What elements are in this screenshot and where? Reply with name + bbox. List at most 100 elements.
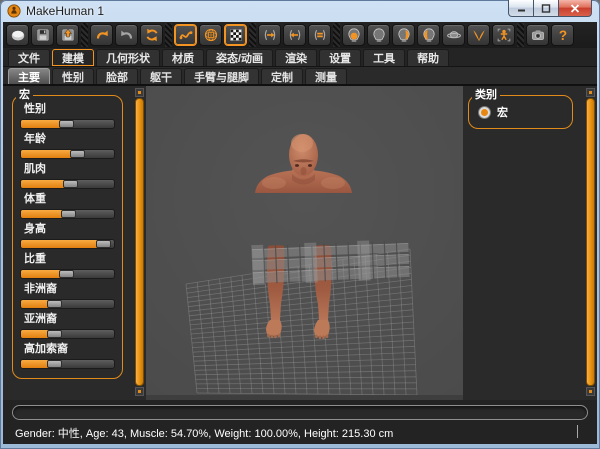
reset-camera-button[interactable] — [492, 24, 515, 46]
view-back-icon — [371, 27, 387, 43]
viewport-3d[interactable] — [146, 86, 463, 400]
slider-年龄: 年龄 — [20, 133, 115, 159]
slider-track[interactable] — [20, 359, 115, 369]
view-right-icon — [396, 27, 412, 43]
slider-track[interactable] — [20, 299, 115, 309]
slider-handle[interactable] — [61, 210, 76, 218]
view-top-icon — [446, 27, 462, 43]
redo-button[interactable] — [115, 24, 138, 46]
subtab-脸部[interactable]: 脸部 — [96, 68, 138, 84]
view-left-icon — [421, 27, 437, 43]
macro-groupbox: 宏 性别年龄肌肉体重身高比重非洲裔亚洲裔高加索裔 — [12, 95, 123, 379]
slider-track[interactable] — [20, 119, 115, 129]
slider-fill — [21, 360, 48, 368]
right-panel-scrollbar[interactable] — [586, 88, 595, 396]
minimize-button[interactable] — [508, 0, 534, 17]
slider-label: 高加索裔 — [20, 343, 115, 356]
left-scroll-thumb[interactable] — [135, 98, 144, 386]
wireframe-button[interactable] — [199, 24, 222, 46]
tab-姿态/动画[interactable]: 姿态/动画 — [206, 49, 273, 66]
help-button[interactable]: ? — [551, 24, 574, 46]
scroll-down-cap[interactable] — [586, 387, 595, 396]
slider-handle[interactable] — [63, 180, 78, 188]
viewport-canvas[interactable] — [146, 86, 463, 400]
tab-材质[interactable]: 材质 — [162, 49, 204, 66]
slider-handle[interactable] — [59, 270, 74, 278]
slider-track[interactable] — [20, 329, 115, 339]
category-group-title: 类别 — [472, 88, 500, 102]
slider-handle[interactable] — [47, 360, 62, 368]
maximize-button[interactable] — [533, 0, 559, 17]
slider-handle[interactable] — [59, 120, 74, 128]
screenshot-button[interactable] — [526, 24, 549, 46]
left-panel-scrollbar[interactable] — [135, 88, 144, 396]
radio-option-宏[interactable]: 宏 — [476, 99, 565, 123]
slider-label: 非洲裔 — [20, 283, 115, 296]
subtab-主要[interactable]: 主要 — [8, 68, 50, 84]
reset-button[interactable] — [140, 24, 163, 46]
radio-dot — [481, 109, 488, 116]
subtab-手臂与腿脚[interactable]: 手臂与腿脚 — [184, 68, 259, 84]
toolbar-separator — [165, 23, 172, 47]
left-panel: 宏 性别年龄肌肉体重身高比重非洲裔亚洲裔高加索裔 — [3, 86, 146, 400]
tab-设置[interactable]: 设置 — [319, 49, 361, 66]
tab-建模[interactable]: 建模 — [52, 49, 94, 66]
load-button[interactable] — [56, 24, 79, 46]
smooth-button[interactable] — [174, 24, 197, 46]
new-mesh-icon — [10, 27, 26, 43]
tab-文件[interactable]: 文件 — [8, 49, 50, 66]
macro-group-title: 宏 — [16, 88, 33, 102]
slider-handle[interactable] — [47, 330, 62, 338]
load-icon — [60, 27, 76, 43]
view-front-button[interactable] — [342, 24, 365, 46]
view-back-button[interactable] — [367, 24, 390, 46]
symmetry-left-button[interactable] — [283, 24, 306, 46]
slider-track[interactable] — [20, 269, 115, 279]
slider-label: 性别 — [20, 103, 115, 116]
new-mesh-button[interactable] — [6, 24, 29, 46]
tab-帮助[interactable]: 帮助 — [407, 49, 449, 66]
symmetry-icon — [312, 27, 328, 43]
smooth-icon — [178, 27, 194, 43]
scroll-up-cap[interactable] — [135, 88, 144, 97]
subtab-性别[interactable]: 性别 — [52, 68, 94, 84]
tab-渲染[interactable]: 渲染 — [275, 49, 317, 66]
slider-label: 亚洲裔 — [20, 313, 115, 326]
slider-fill — [21, 180, 64, 188]
slider-track[interactable] — [20, 209, 115, 219]
slider-track[interactable] — [20, 149, 115, 159]
progress-bar — [12, 405, 588, 420]
slider-fill — [21, 210, 62, 218]
toolbar: ? — [3, 22, 597, 48]
save-button[interactable] — [31, 24, 54, 46]
close-button[interactable] — [558, 0, 592, 17]
background-button[interactable] — [224, 24, 247, 46]
slider-handle[interactable] — [47, 300, 62, 308]
symmetry-right-button[interactable] — [258, 24, 281, 46]
slider-track[interactable] — [20, 239, 115, 249]
slider-肌肉: 肌肉 — [20, 163, 115, 189]
view-left-button[interactable] — [417, 24, 440, 46]
tab-工具[interactable]: 工具 — [363, 49, 405, 66]
titlebar[interactable]: MakeHuman 1 — [0, 0, 600, 22]
tab-几何形状[interactable]: 几何形状 — [96, 49, 160, 66]
viewport-background — [146, 86, 463, 400]
subtab-定制[interactable]: 定制 — [261, 68, 303, 84]
slider-handle[interactable] — [70, 150, 85, 158]
face-view-icon — [471, 27, 487, 43]
right-scroll-thumb[interactable] — [586, 98, 595, 386]
slider-fill — [21, 240, 97, 248]
subtab-测量[interactable]: 测量 — [305, 68, 347, 84]
symmetry-button[interactable] — [308, 24, 331, 46]
slider-handle[interactable] — [96, 240, 111, 248]
face-view-button[interactable] — [467, 24, 490, 46]
scroll-down-cap[interactable] — [135, 387, 144, 396]
undo-button[interactable] — [90, 24, 113, 46]
category-groupbox: 类别 宏 — [468, 95, 573, 129]
view-right-button[interactable] — [392, 24, 415, 46]
slider-track[interactable] — [20, 179, 115, 189]
scroll-up-cap[interactable] — [586, 88, 595, 97]
view-top-button[interactable] — [442, 24, 465, 46]
subtab-躯干[interactable]: 躯干 — [140, 68, 182, 84]
toolbar-separator — [249, 23, 256, 47]
